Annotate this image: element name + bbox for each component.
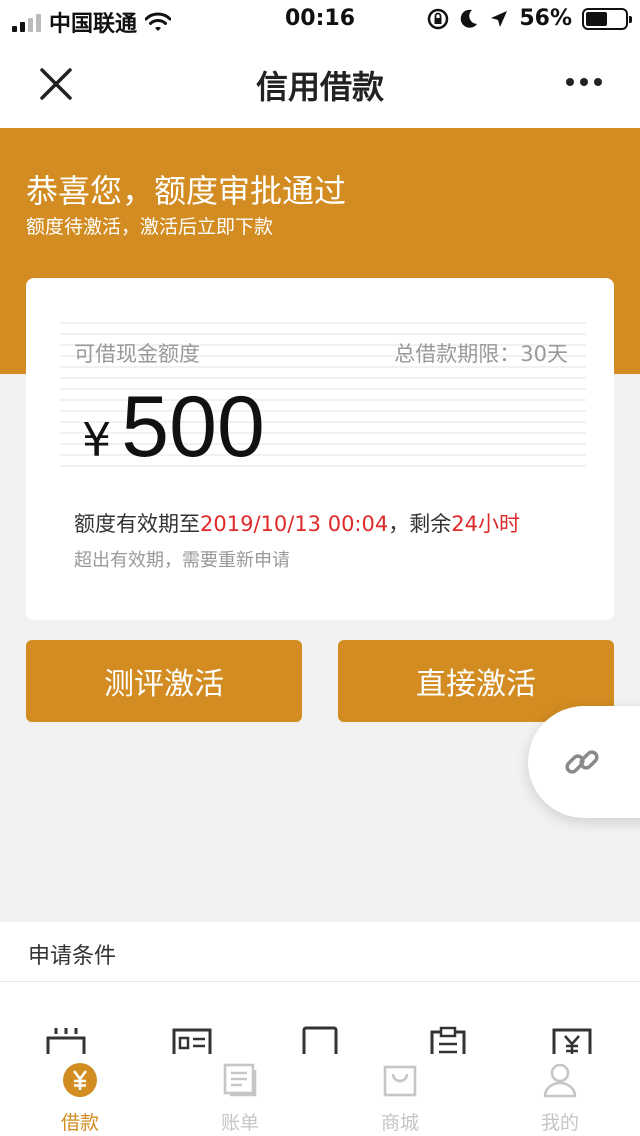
more-icon[interactable] bbox=[564, 70, 604, 94]
validity-note: 超出有效期，需要重新申请 bbox=[74, 550, 290, 571]
yen-coin-icon bbox=[63, 1063, 97, 1097]
conditions-section: 申请条件 bbox=[0, 922, 640, 982]
page-title: 信用借款 bbox=[255, 68, 384, 106]
conditions-title: 申请条件 bbox=[28, 944, 117, 969]
tab-mall-label: 商城 bbox=[380, 1112, 419, 1134]
currency-symbol: ¥ bbox=[82, 413, 112, 467]
tab-mall[interactable]: 商城 bbox=[340, 1060, 460, 1136]
shopping-bag-icon bbox=[383, 1065, 417, 1097]
tab-loan-label: 借款 bbox=[60, 1112, 99, 1134]
validity-mid: ，剩余 bbox=[388, 512, 452, 536]
location-arrow-icon bbox=[491, 10, 508, 27]
tab-mine[interactable]: 我的 bbox=[500, 1060, 620, 1136]
evaluate-activate-button[interactable]: 测评激活 bbox=[26, 640, 302, 722]
credit-limit-label: 可借现金额度 bbox=[74, 342, 200, 366]
battery-percent: 56% bbox=[519, 6, 572, 31]
credit-amount: ¥ 500 bbox=[82, 378, 265, 477]
validity-prefix: 额度有效期至 bbox=[74, 512, 200, 536]
amount-value: 500 bbox=[121, 379, 265, 475]
approval-title: 恭喜您，额度审批通过 bbox=[26, 172, 347, 210]
status-bar: 中国联通 00:16 56% bbox=[0, 0, 640, 40]
tab-loan[interactable]: 借款 bbox=[20, 1060, 140, 1136]
battery-icon bbox=[582, 7, 632, 30]
yen-bill-icon bbox=[552, 1028, 592, 1054]
floating-link-button[interactable] bbox=[528, 706, 640, 818]
status-right: 56% bbox=[427, 6, 632, 31]
phone-icon bbox=[302, 1026, 338, 1054]
id-card-icon bbox=[46, 1028, 86, 1054]
rotation-lock-icon bbox=[428, 8, 449, 29]
tab-mine-label: 我的 bbox=[540, 1112, 579, 1134]
link-icon bbox=[565, 750, 599, 774]
validity-text: 额度有效期至2019/10/13 00:04，剩余24小时 bbox=[74, 508, 520, 538]
approval-subtitle: 额度待激活，激活后立即下款 bbox=[26, 216, 274, 238]
tab-bill-label: 账单 bbox=[220, 1112, 259, 1134]
conditions-icons bbox=[0, 982, 640, 1054]
user-icon bbox=[543, 1063, 577, 1098]
credit-limit-card: 可借现金额度 总借款期限：30天 ¥ 500 额度有效期至2019/10/13 … bbox=[26, 278, 614, 620]
tab-bar: 借款 账单 商城 我的 bbox=[0, 1054, 640, 1136]
tab-bill[interactable]: 账单 bbox=[180, 1060, 300, 1136]
validity-remaining: 24小时 bbox=[451, 512, 520, 536]
document-icon bbox=[172, 1028, 212, 1054]
loan-term: 总借款期限：30天 bbox=[394, 342, 568, 366]
validity-date: 2019/10/13 00:04 bbox=[200, 512, 389, 536]
bill-icon bbox=[223, 1063, 257, 1097]
clipboard-icon bbox=[430, 1026, 466, 1054]
nav-bar: 信用借款 bbox=[0, 40, 640, 128]
moon-icon bbox=[461, 9, 478, 28]
